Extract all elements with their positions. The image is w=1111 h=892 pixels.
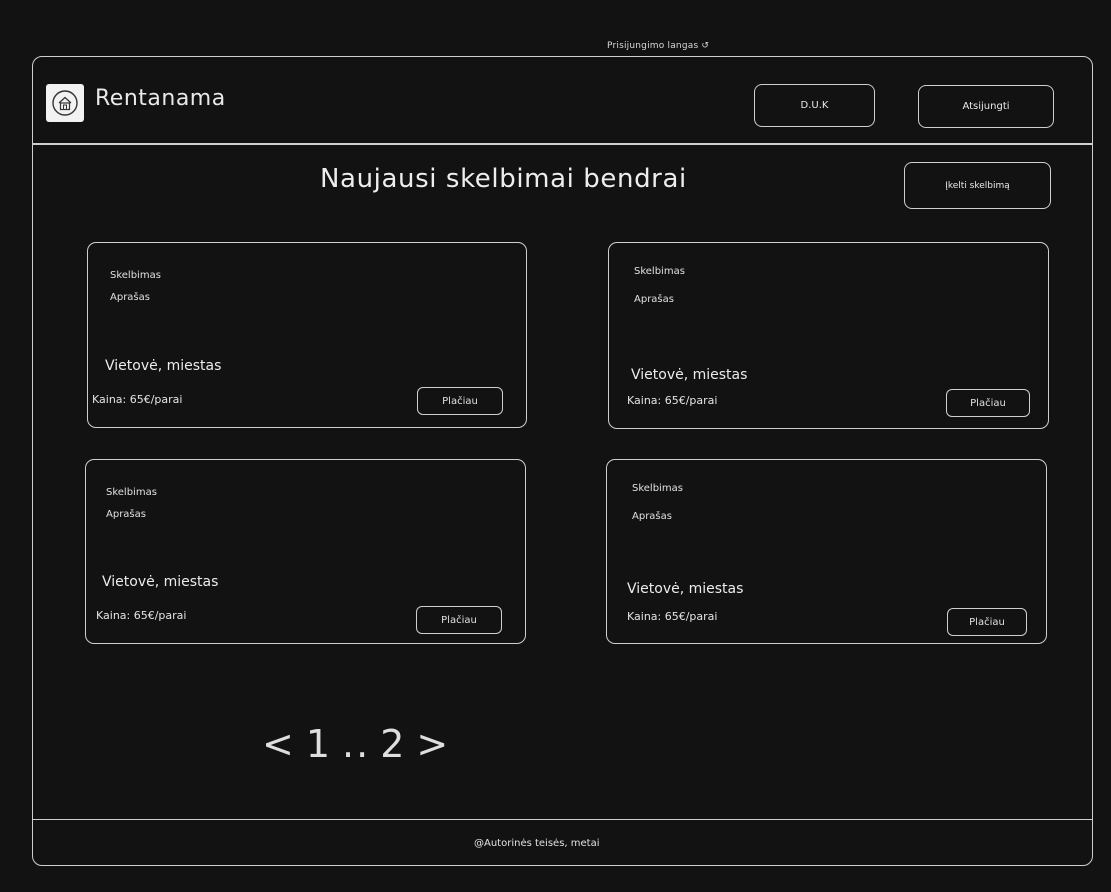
listing-card: Skelbimas Aprašas Vietovė, miestas Kaina… bbox=[608, 242, 1049, 429]
details-button[interactable]: Plačiau bbox=[416, 606, 502, 634]
pagination-ellipsis: .. bbox=[342, 722, 371, 766]
page-title: Naujausi skelbimai bendrai bbox=[320, 164, 687, 194]
next-page-button[interactable]: > bbox=[416, 722, 450, 766]
listing-price: Kaina: 65€/parai bbox=[627, 394, 718, 407]
listing-card: Skelbimas Aprašas Vietovė, miestas Kaina… bbox=[87, 242, 527, 428]
listing-price: Kaina: 65€/parai bbox=[96, 609, 187, 622]
page-2-link[interactable]: 2 bbox=[380, 722, 406, 766]
details-button[interactable]: Plačiau bbox=[417, 387, 503, 415]
listing-card: Skelbimas Aprašas Vietovė, miestas Kaina… bbox=[85, 459, 526, 644]
listing-location: Vietovė, miestas bbox=[105, 358, 222, 374]
listing-description: Aprašas bbox=[110, 292, 150, 303]
listing-description: Aprašas bbox=[632, 511, 672, 522]
listing-location: Vietovė, miestas bbox=[102, 574, 219, 590]
listing-title: Skelbimas bbox=[634, 266, 685, 277]
listing-price: Kaina: 65€/parai bbox=[627, 610, 718, 623]
sketch-title: Prisijungimo langas ↺ bbox=[607, 41, 710, 51]
faq-button[interactable]: D.U.K bbox=[754, 84, 875, 127]
brand-name[interactable]: Rentanama bbox=[95, 86, 226, 111]
logout-button[interactable]: Atsijungti bbox=[918, 85, 1054, 128]
listing-location: Vietovė, miestas bbox=[627, 581, 744, 597]
pagination: < 1 .. 2 > bbox=[262, 722, 450, 766]
prev-page-button[interactable]: < bbox=[262, 722, 296, 766]
page-1-link[interactable]: 1 bbox=[306, 722, 332, 766]
listing-description: Aprašas bbox=[106, 509, 146, 520]
listing-description: Aprašas bbox=[634, 294, 674, 305]
copyright-text: @Autorinės teisės, metai bbox=[474, 838, 600, 849]
details-button[interactable]: Plačiau bbox=[946, 389, 1030, 417]
listing-title: Skelbimas bbox=[106, 487, 157, 498]
house-circle-icon bbox=[52, 90, 78, 116]
header-divider bbox=[32, 143, 1093, 145]
house-logo-icon[interactable] bbox=[46, 84, 84, 122]
add-listing-button[interactable]: Įkelti skelbimą bbox=[904, 162, 1051, 209]
footer-divider bbox=[32, 819, 1093, 820]
listing-location: Vietovė, miestas bbox=[631, 367, 748, 383]
listing-title: Skelbimas bbox=[110, 270, 161, 281]
details-button[interactable]: Plačiau bbox=[947, 608, 1027, 636]
listing-price: Kaina: 65€/parai bbox=[92, 393, 183, 406]
listing-card: Skelbimas Aprašas Vietovė, miestas Kaina… bbox=[606, 459, 1047, 644]
wireframe-canvas: Prisijungimo langas ↺ Rentanama D.U.K At… bbox=[0, 0, 1111, 892]
listing-title: Skelbimas bbox=[632, 483, 683, 494]
